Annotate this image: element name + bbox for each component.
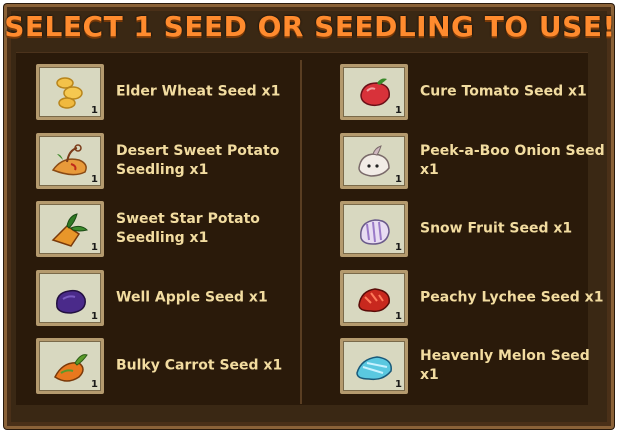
seed-option[interactable]: 1 Peek-a-Boo Onion Seed x1 <box>340 132 610 189</box>
item-name: Sweet Star Potato Seedling x1 <box>116 211 260 246</box>
item-quantity: 1 <box>91 105 98 116</box>
item-slot[interactable]: 1 <box>36 64 104 120</box>
seed-option[interactable]: 1 Heavenly Melon Seed x1 <box>340 338 610 394</box>
sweet-potato-seedling-icon <box>51 143 87 175</box>
item-slot[interactable]: 1 <box>340 64 408 120</box>
item-name: Desert Sweet Potato Seedling x1 <box>116 142 280 178</box>
item-slot[interactable]: 1 <box>340 132 408 189</box>
seed-option[interactable]: 1 Well Apple Seed x1 <box>36 269 306 326</box>
item-slot[interactable]: 1 <box>340 201 408 257</box>
seed-option[interactable]: 1 Bulky Carrot Seed x1 <box>36 338 306 394</box>
item-quantity: 1 <box>395 379 402 390</box>
dialog-title: SELECT 1 SEED OR SEEDLING TO USE! <box>4 10 616 43</box>
item-name: Peek-a-Boo Onion Seed x1 <box>420 142 605 178</box>
item-slot[interactable]: 1 <box>36 201 104 257</box>
item-quantity: 1 <box>91 379 98 390</box>
item-slot[interactable]: 1 <box>36 269 104 326</box>
item-name: Elder Wheat Seed x1 <box>116 83 281 100</box>
seed-option[interactable]: 1 Cure Tomato Seed x1 <box>340 64 610 120</box>
snow-fruit-seed-icon <box>360 219 390 245</box>
wheat-seed-icon <box>56 77 83 109</box>
seed-option[interactable]: 1 Elder Wheat Seed x1 <box>36 64 306 120</box>
item-slot[interactable]: 1 <box>36 338 104 394</box>
carrot-seed-icon <box>54 354 88 382</box>
onion-seed-icon <box>358 144 390 177</box>
seed-option[interactable]: 1 Desert Sweet Potato Seedling x1 <box>36 132 306 189</box>
item-name: Snow Fruit Seed x1 <box>420 220 573 237</box>
item-name: Bulky Carrot Seed x1 <box>116 357 283 374</box>
apple-seed-icon <box>56 289 86 314</box>
item-slot[interactable]: 1 <box>340 338 408 394</box>
lychee-seed-icon <box>358 287 390 312</box>
seed-option[interactable]: 1 Peachy Lychee Seed x1 <box>340 269 610 326</box>
item-quantity: 1 <box>91 173 98 185</box>
item-name: Heavenly Melon Seed x1 <box>420 348 590 383</box>
seed-option[interactable]: 1 Sweet Star Potato Seedling x1 <box>36 201 306 257</box>
item-quantity: 1 <box>395 242 402 253</box>
item-quantity: 1 <box>91 242 98 253</box>
item-name: Peachy Lychee Seed x1 <box>420 289 604 305</box>
item-slot[interactable]: 1 <box>36 132 104 189</box>
item-quantity: 1 <box>395 105 402 116</box>
item-slot[interactable]: 1 <box>340 269 408 326</box>
star-potato-seedling-icon <box>51 213 88 247</box>
seed-list-right: 1 Cure Tomato Seed x1 1 Peek-a-Boo Onion… <box>340 64 610 407</box>
seed-option[interactable]: 1 Snow Fruit Seed x1 <box>340 201 610 257</box>
melon-seed-icon <box>356 356 392 381</box>
item-quantity: 1 <box>395 173 402 185</box>
item-quantity: 1 <box>91 310 98 322</box>
tomato-seed-icon <box>360 78 390 107</box>
item-quantity: 1 <box>395 310 402 322</box>
item-name: Cure Tomato Seed x1 <box>420 83 587 100</box>
item-name: Well Apple Seed x1 <box>116 289 268 305</box>
seed-list-left: 1 Elder Wheat Seed x1 1 Desert Sweet Pot… <box>36 64 306 407</box>
